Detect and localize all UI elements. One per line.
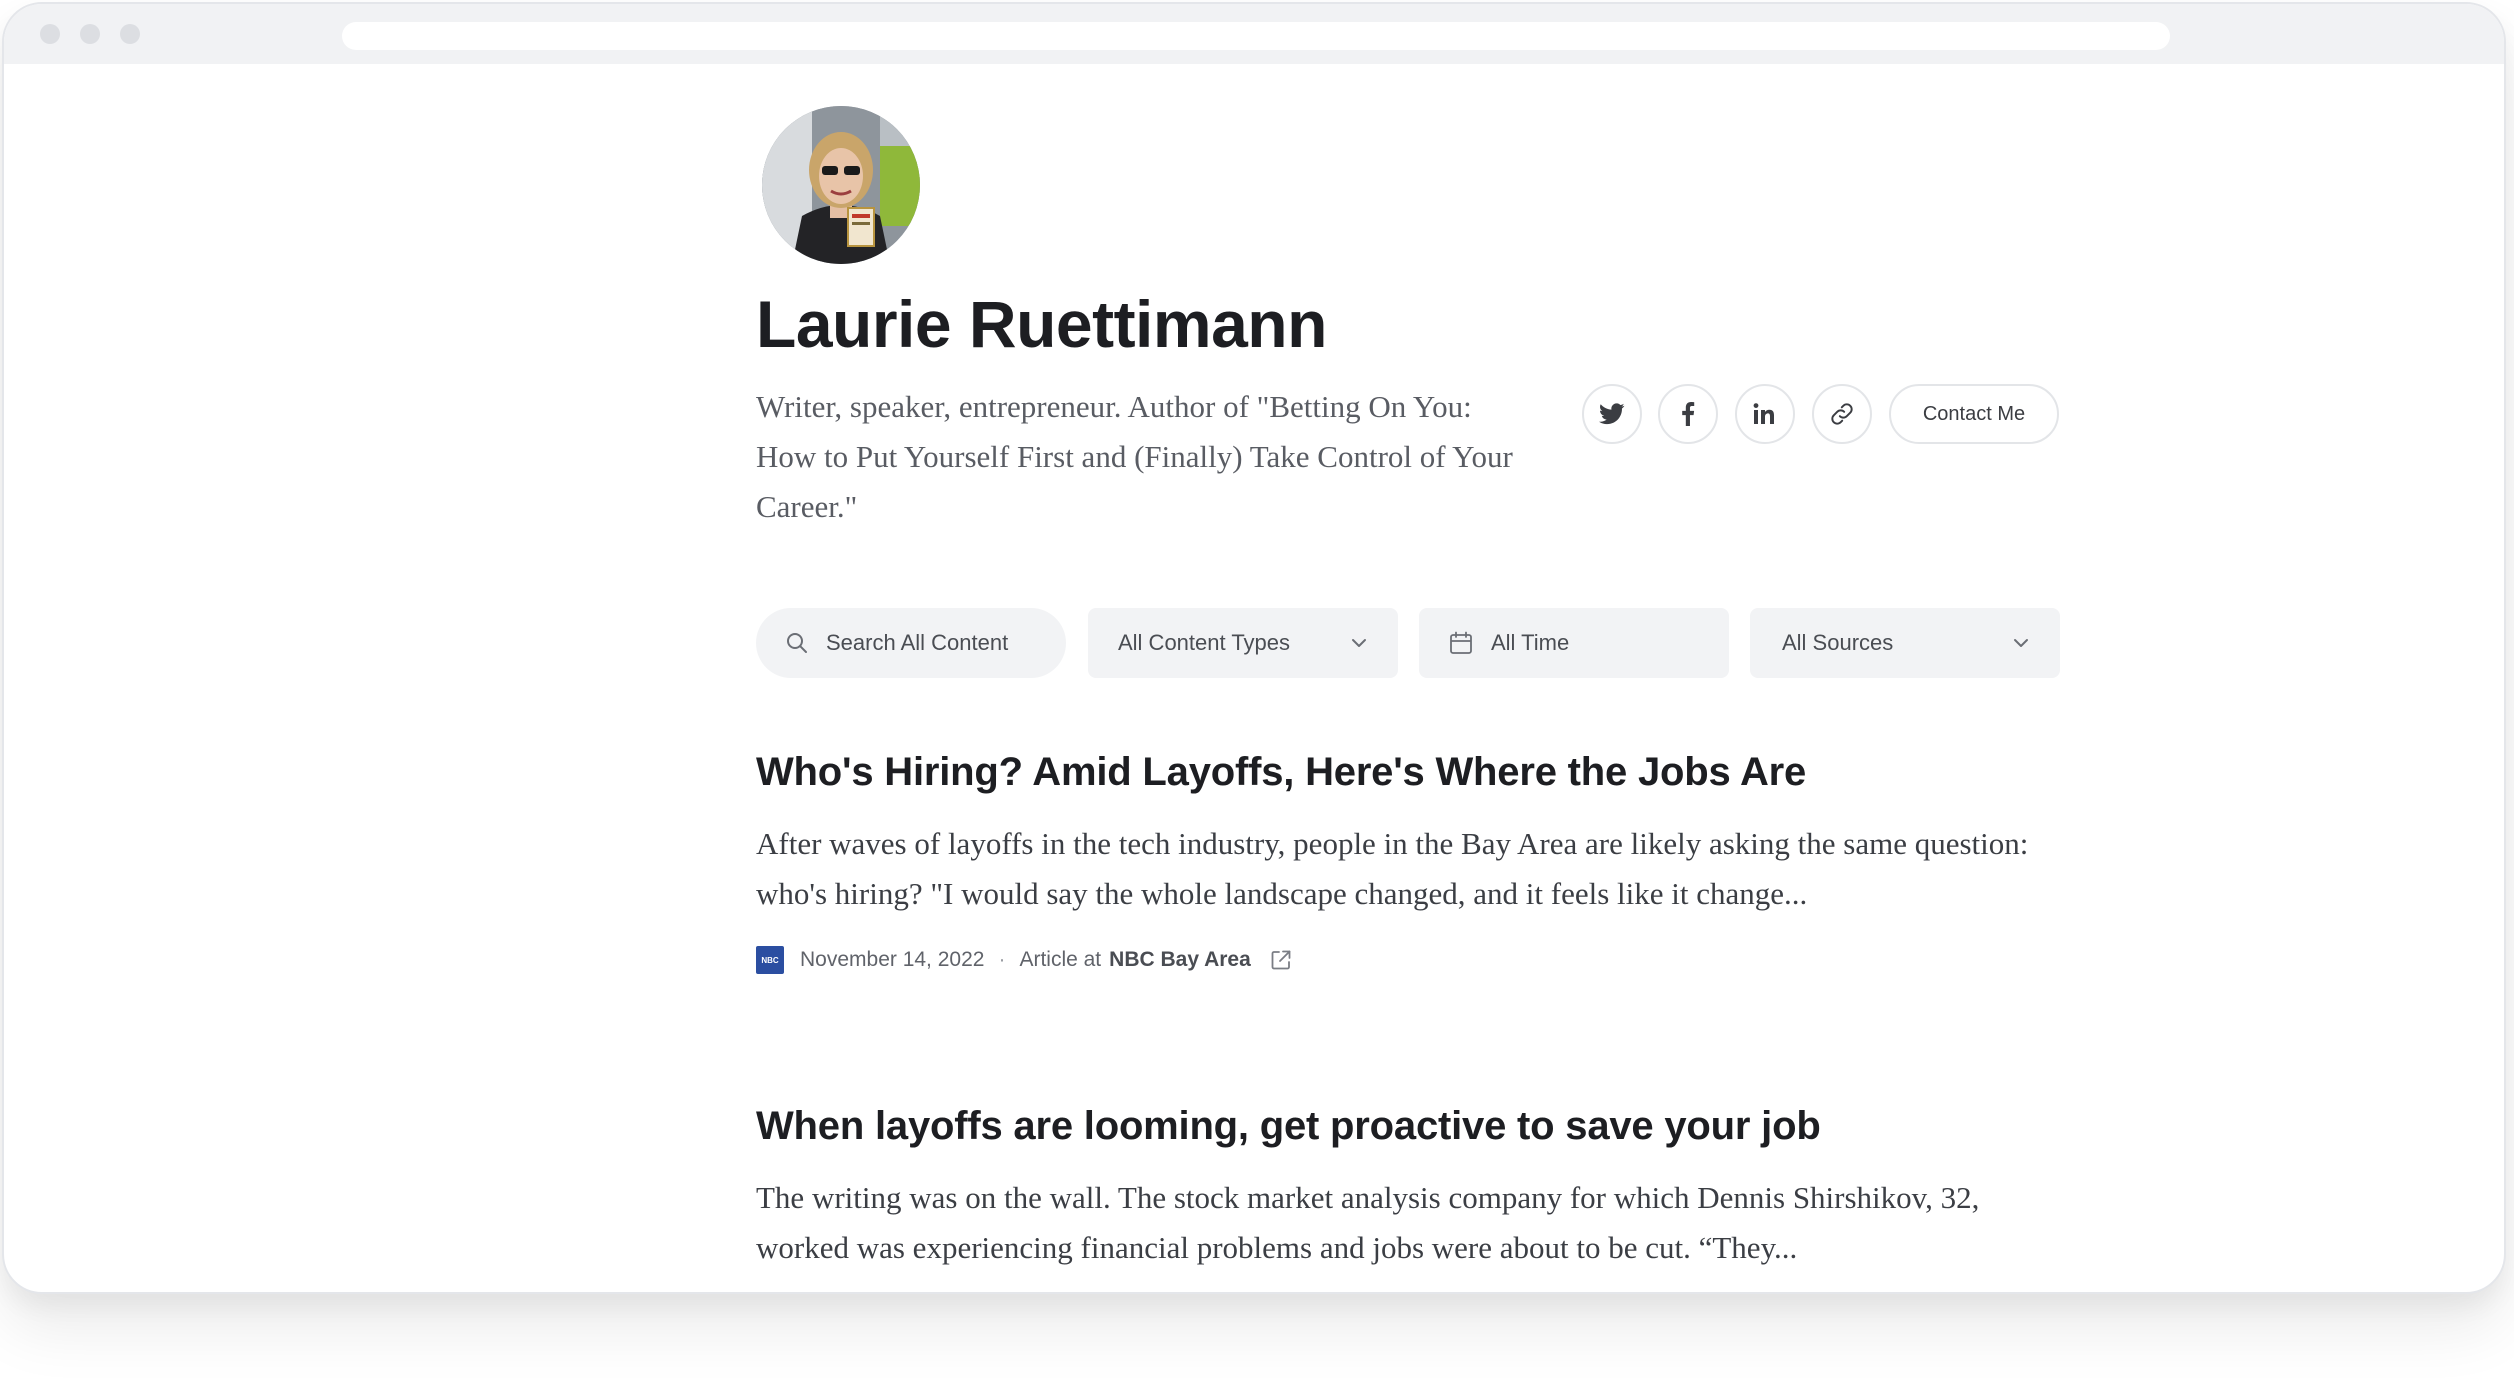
article-meta: NBC November 14, 2022 · Article at NBC B… — [756, 945, 1293, 975]
search-field[interactable]: Search All Content — [756, 608, 1066, 678]
twitter-button[interactable] — [1582, 384, 1642, 444]
profile-name: Laurie Ruettimann — [756, 287, 1327, 361]
content-types-dropdown[interactable]: All Content Types — [1088, 608, 1398, 678]
external-link-icon[interactable] — [1269, 948, 1293, 972]
calendar-icon — [1450, 631, 1472, 654]
article-excerpt: The writing was on the wall. The stock m… — [756, 1180, 1980, 1265]
facebook-button[interactable] — [1658, 384, 1718, 444]
linkedin-icon — [1753, 403, 1774, 424]
article-date: November 14, 2022 — [800, 948, 985, 971]
article-title[interactable]: Who's Hiring? Amid Layoffs, Here's Where… — [756, 750, 1806, 795]
window-minimize-dot[interactable] — [80, 24, 100, 44]
chevron-down-icon — [1352, 639, 1366, 647]
window-maximize-dot[interactable] — [120, 24, 140, 44]
chevron-down-icon — [2014, 639, 2028, 647]
browser-titlebar — [4, 4, 2504, 64]
content-types-value: All Content Types — [1118, 630, 1291, 655]
meta-separator: · — [998, 948, 1006, 971]
avatar — [762, 106, 920, 264]
article-source[interactable]: NBC Bay Area — [1109, 948, 1251, 972]
browser-window: Laurie Ruettimann Writer, speaker, entre… — [2, 2, 2506, 1294]
sources-dropdown[interactable]: All Sources — [1750, 608, 2060, 678]
facebook-icon — [1682, 402, 1695, 426]
profile-bio: Writer, speaker, entrepreneur. Author of… — [756, 389, 1513, 524]
website-link-button[interactable] — [1812, 384, 1872, 444]
linkedin-button[interactable] — [1735, 384, 1795, 444]
time-range-picker[interactable]: All Time — [1419, 608, 1729, 678]
search-input[interactable]: Search All Content — [826, 630, 1008, 656]
sources-value: All Sources — [1782, 630, 1894, 655]
window-close-dot[interactable] — [40, 24, 60, 44]
search-icon — [787, 633, 807, 653]
nbc-logo-icon: NBC — [756, 946, 784, 974]
time-range-value: All Time — [1491, 630, 1570, 655]
link-icon — [1831, 403, 1853, 425]
article-excerpt: After waves of layoffs in the tech indus… — [756, 826, 2029, 911]
article-title[interactable]: When layoffs are looming, get proactive … — [756, 1104, 1821, 1149]
twitter-icon — [1599, 403, 1625, 425]
address-bar[interactable] — [342, 22, 2170, 50]
contact-me-button[interactable]: Contact Me — [1889, 384, 2059, 444]
avatar-photo — [762, 106, 920, 264]
article-type: Article at — [1019, 948, 1102, 971]
